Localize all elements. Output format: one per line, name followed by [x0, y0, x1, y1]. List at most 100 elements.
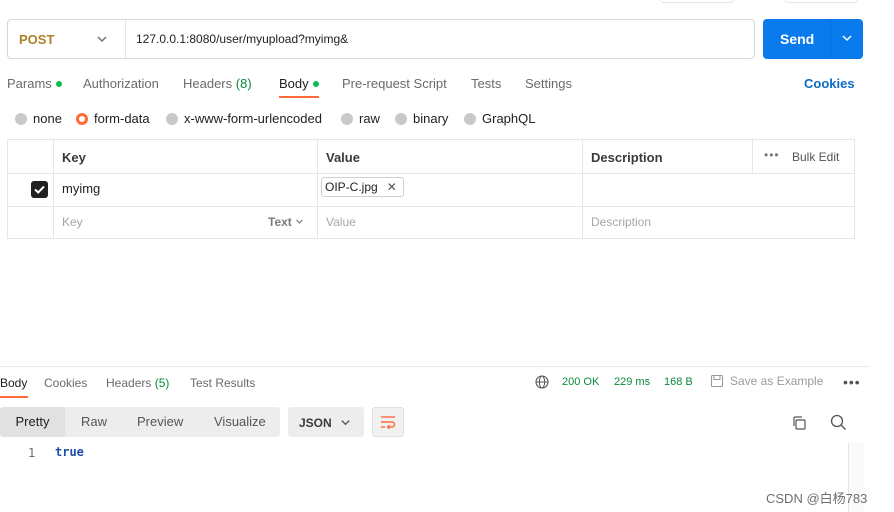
radio-none-label: none [33, 111, 62, 126]
key-type-select[interactable]: Text [268, 215, 304, 229]
bulk-edit-button[interactable]: Bulk Edit [792, 150, 839, 164]
watermark: CSDN @白杨783 [766, 491, 868, 506]
save-icon [710, 374, 724, 388]
active-tab-underline [279, 96, 319, 98]
wrap-lines-icon [381, 416, 396, 429]
more-options-icon[interactable]: ••• [764, 148, 780, 162]
response-status[interactable]: 200 OK [562, 376, 599, 388]
send-divider [830, 19, 831, 59]
view-mode-group: Pretty Raw Preview Visualize [0, 407, 280, 437]
copy-icon[interactable] [791, 415, 807, 431]
tab-body[interactable]: Body [279, 76, 319, 91]
tab-authorization-label: Authorization [83, 76, 159, 91]
tab-authorization[interactable]: Authorization [83, 76, 159, 91]
response-time[interactable]: 229 ms [614, 376, 650, 388]
response-tab-body[interactable]: Body [0, 376, 27, 390]
column-header-key: Key [62, 150, 86, 165]
tab-tests-label: Tests [471, 76, 502, 91]
row-divider [8, 206, 854, 207]
tab-tests[interactable]: Tests [471, 76, 501, 91]
form-data-table: Key Value Description ••• Bulk Edit myim… [7, 139, 855, 239]
tab-params[interactable]: Params [7, 76, 62, 91]
radio-graphql-label: GraphQL [482, 111, 536, 126]
radio-raw[interactable]: raw [341, 111, 380, 126]
radio-urlencoded-label: x-www-form-urlencoded [184, 111, 322, 126]
file-chip[interactable]: OIP-C.jpg ✕ [321, 177, 404, 197]
url-input[interactable]: 127.0.0.1:8080/user/myupload?myimg& [136, 32, 348, 46]
tab-headers-label: Headers [183, 76, 233, 91]
radio-form-data[interactable]: form-data [76, 111, 150, 126]
new-key-input[interactable]: Key [62, 215, 83, 229]
column-divider [582, 140, 583, 238]
response-active-underline [0, 396, 28, 398]
row-key[interactable]: myimg [62, 181, 100, 196]
radio-form-data-label: form-data [94, 111, 150, 126]
save-as-example-button[interactable]: Save as Example [710, 374, 823, 388]
response-body-value[interactable]: true [55, 445, 84, 459]
column-header-value: Value [326, 150, 360, 165]
radio-indicator-selected [76, 112, 88, 125]
radio-raw-label: raw [359, 111, 380, 126]
tab-settings-label: Settings [525, 76, 572, 91]
tab-pre-request-label: Pre-request Script [342, 76, 447, 91]
send-label: Send [780, 31, 815, 47]
chevron-down-icon [296, 219, 304, 224]
response-tab-test-results[interactable]: Test Results [190, 376, 255, 390]
new-description-input[interactable]: Description [591, 215, 651, 229]
response-tab-headers-label: Headers [106, 376, 152, 390]
radio-indicator [464, 112, 476, 125]
send-button[interactable]: Send [763, 19, 863, 59]
radio-indicator [166, 112, 178, 125]
column-header-description: Description [591, 150, 663, 165]
chevron-down-icon [97, 36, 107, 42]
radio-binary[interactable]: binary [395, 111, 448, 126]
wrap-lines-button[interactable] [372, 407, 404, 437]
radio-indicator [15, 112, 27, 125]
method-label: POST [19, 31, 55, 47]
check-icon [34, 185, 45, 194]
request-bar: POST 127.0.0.1:8080/user/myupload?myimg& [7, 19, 755, 59]
tab-body-label: Body [279, 76, 309, 91]
view-preview-button[interactable]: Preview [137, 407, 183, 437]
tab-settings[interactable]: Settings [525, 76, 572, 91]
tab-headers-count: (8) [235, 76, 252, 91]
tab-pre-request-script[interactable]: Pre-request Script [342, 76, 447, 91]
radio-binary-label: binary [413, 111, 449, 126]
chevron-down-icon[interactable] [841, 32, 853, 44]
view-visualize-button[interactable]: Visualize [214, 407, 266, 437]
response-tab-cookies[interactable]: Cookies [44, 376, 87, 390]
tab-headers[interactable]: Headers (8) [183, 76, 252, 91]
search-icon[interactable] [830, 414, 847, 431]
cookies-link[interactable]: Cookies [804, 76, 855, 91]
column-divider [317, 140, 318, 238]
radio-graphql[interactable]: GraphQL [464, 111, 535, 126]
params-indicator-dot [55, 80, 62, 87]
key-type-label: Text [268, 215, 292, 229]
response-size[interactable]: 168 B [664, 376, 693, 388]
row-enabled-checkbox[interactable] [31, 181, 48, 198]
method-select[interactable]: POST [8, 20, 126, 58]
more-options-icon[interactable]: ••• [843, 374, 861, 390]
new-value-input[interactable]: Value [326, 215, 356, 229]
format-label: JSON [299, 416, 332, 430]
row-divider [8, 173, 854, 174]
response-headers-count: (5) [154, 376, 170, 390]
line-number: 1 [28, 446, 36, 460]
response-tab-headers[interactable]: Headers (5) [106, 376, 169, 390]
top-toolbar-button[interactable] [785, 0, 857, 3]
body-indicator-dot [312, 80, 319, 87]
column-divider [752, 140, 753, 173]
view-pretty-button[interactable]: Pretty [0, 407, 65, 437]
column-divider [53, 140, 54, 238]
tab-params-label: Params [7, 76, 52, 91]
globe-icon[interactable] [535, 375, 549, 389]
save-as-example-label: Save as Example [730, 374, 824, 388]
response-divider [0, 366, 870, 367]
top-toolbar-button[interactable] [660, 0, 734, 3]
radio-x-www-form-urlencoded[interactable]: x-www-form-urlencoded [166, 111, 322, 126]
format-select[interactable]: JSON [288, 407, 364, 437]
radio-indicator [395, 112, 407, 125]
remove-file-icon[interactable]: ✕ [387, 180, 397, 194]
view-raw-button[interactable]: Raw [81, 407, 107, 437]
radio-none[interactable]: none [15, 111, 62, 126]
